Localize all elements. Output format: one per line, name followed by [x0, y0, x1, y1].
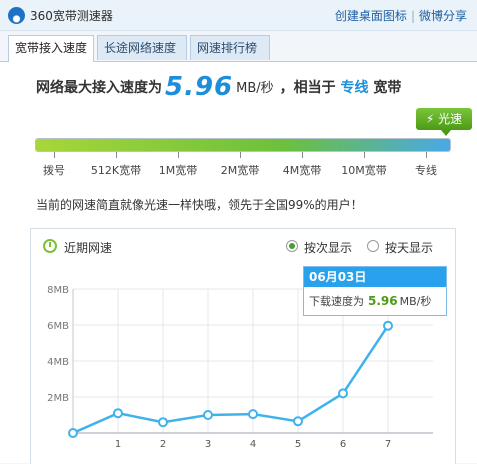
headline-prefix: 网络最大接入速度为 — [36, 80, 162, 96]
scale-label: 4M宽带 — [282, 164, 322, 177]
speed-scale-ticks: 拨号 512K宽带 1M宽带 2M宽带 4M宽带 10M宽带 专线 — [0, 152, 477, 182]
weibo-share-link[interactable]: 微博分享 — [419, 9, 467, 23]
scale-tick — [240, 152, 241, 158]
max-speed-value: 5.96 — [165, 72, 234, 102]
create-desktop-icon-link[interactable]: 创建桌面图标 — [335, 9, 407, 23]
speed-data-point — [203, 410, 213, 420]
speed-description: 当前的网速简直就像光速一样快哦，领先于全国99%的用户！ — [36, 198, 363, 212]
headline-suffix: 宽带 — [373, 80, 402, 96]
speed-data-point — [248, 409, 258, 420]
scale-tick — [302, 152, 303, 158]
speed-unit: MB/秒 — [236, 81, 274, 96]
headline-middle: ，相当于 — [279, 80, 336, 96]
equivalent-type: 专线 — [340, 80, 369, 96]
scale-label: 1M宽带 — [158, 164, 198, 177]
scale-tick — [54, 152, 55, 158]
y-tick-label: 4MB — [47, 357, 69, 368]
tab-bar: 宽带接入速度 长途网络速度 网速排行榜 — [0, 31, 477, 62]
scale-tick — [426, 152, 427, 158]
badge-label: 光速 — [438, 112, 463, 126]
x-tick-label: 7 — [385, 439, 391, 450]
scale-tick — [116, 152, 117, 158]
tab-long-distance-speed[interactable]: 长途网络速度 — [97, 35, 187, 60]
speed-data-point — [68, 428, 78, 438]
x-tick-label: 4 — [250, 439, 256, 450]
recent-speed-panel: 近期网速 按次显示 按天显示 2MB 4MB 6MB 8MB 1 2 3 4 5 6 7 06月03… — [30, 228, 456, 464]
speed-data-point — [158, 417, 168, 428]
scale-label: 拨号 — [43, 164, 65, 177]
scale-label: 512K宽带 — [90, 164, 142, 177]
x-tick-label: 2 — [160, 439, 166, 450]
speed-headline: 网络最大接入速度为 5.96 MB/秒 ，相当于 专线 宽带 — [36, 72, 401, 102]
tooltip-value: 5.96 — [368, 294, 398, 308]
tab-speed-ranking[interactable]: 网速排行榜 — [190, 35, 270, 60]
tooltip-body: 下载速度为 5.96 MB/秒 — [304, 287, 446, 309]
speed-data-point — [293, 416, 303, 427]
x-tick-label: 5 — [295, 439, 301, 450]
tooltip-date: 06月03日 — [304, 267, 446, 287]
app-logo-icon — [8, 7, 25, 24]
scale-label: 10M宽带 — [341, 164, 387, 177]
title-bar: 360宽带测速器 创建桌面图标 | 微博分享 — [0, 0, 477, 31]
top-links: 创建桌面图标 | 微博分享 — [335, 7, 467, 24]
main-content: 网络最大接入速度为 5.96 MB/秒 ，相当于 专线 宽带 ⚡ 光速 拨号 512K宽… — [0, 62, 477, 464]
scale-tick — [364, 152, 365, 158]
tooltip-label: 下载速度为 — [309, 295, 364, 308]
y-tick-label: 8MB — [47, 285, 69, 296]
speed-level-badge: ⚡ 光速 — [416, 108, 472, 130]
speed-data-point — [113, 408, 123, 419]
link-separator: | — [410, 9, 415, 23]
x-tick-label: 1 — [115, 439, 121, 450]
x-tick-label: 3 — [205, 439, 211, 450]
y-tick-label: 6MB — [47, 321, 69, 332]
recent-speed-chart: 2MB 4MB 6MB 8MB 1 2 3 4 5 6 7 — [47, 285, 433, 450]
app-title: 360宽带测速器 — [30, 9, 113, 23]
lightning-icon: ⚡ — [425, 112, 435, 126]
scale-label: 专线 — [415, 164, 437, 177]
scale-label: 2M宽带 — [220, 164, 260, 177]
badge-pointer — [441, 130, 451, 136]
speed-scale-fill — [36, 139, 450, 151]
tab-access-speed[interactable]: 宽带接入速度 — [8, 35, 94, 62]
speed-data-point — [383, 320, 393, 331]
speed-scale-bar — [35, 138, 451, 152]
tooltip-unit: MB/秒 — [399, 295, 432, 308]
speed-tooltip: 06月03日 下载速度为 5.96 MB/秒 — [303, 266, 447, 316]
speed-data-point — [338, 388, 348, 399]
y-tick-label: 2MB — [47, 393, 69, 404]
scale-tick — [178, 152, 179, 158]
x-tick-label: 6 — [340, 439, 346, 450]
